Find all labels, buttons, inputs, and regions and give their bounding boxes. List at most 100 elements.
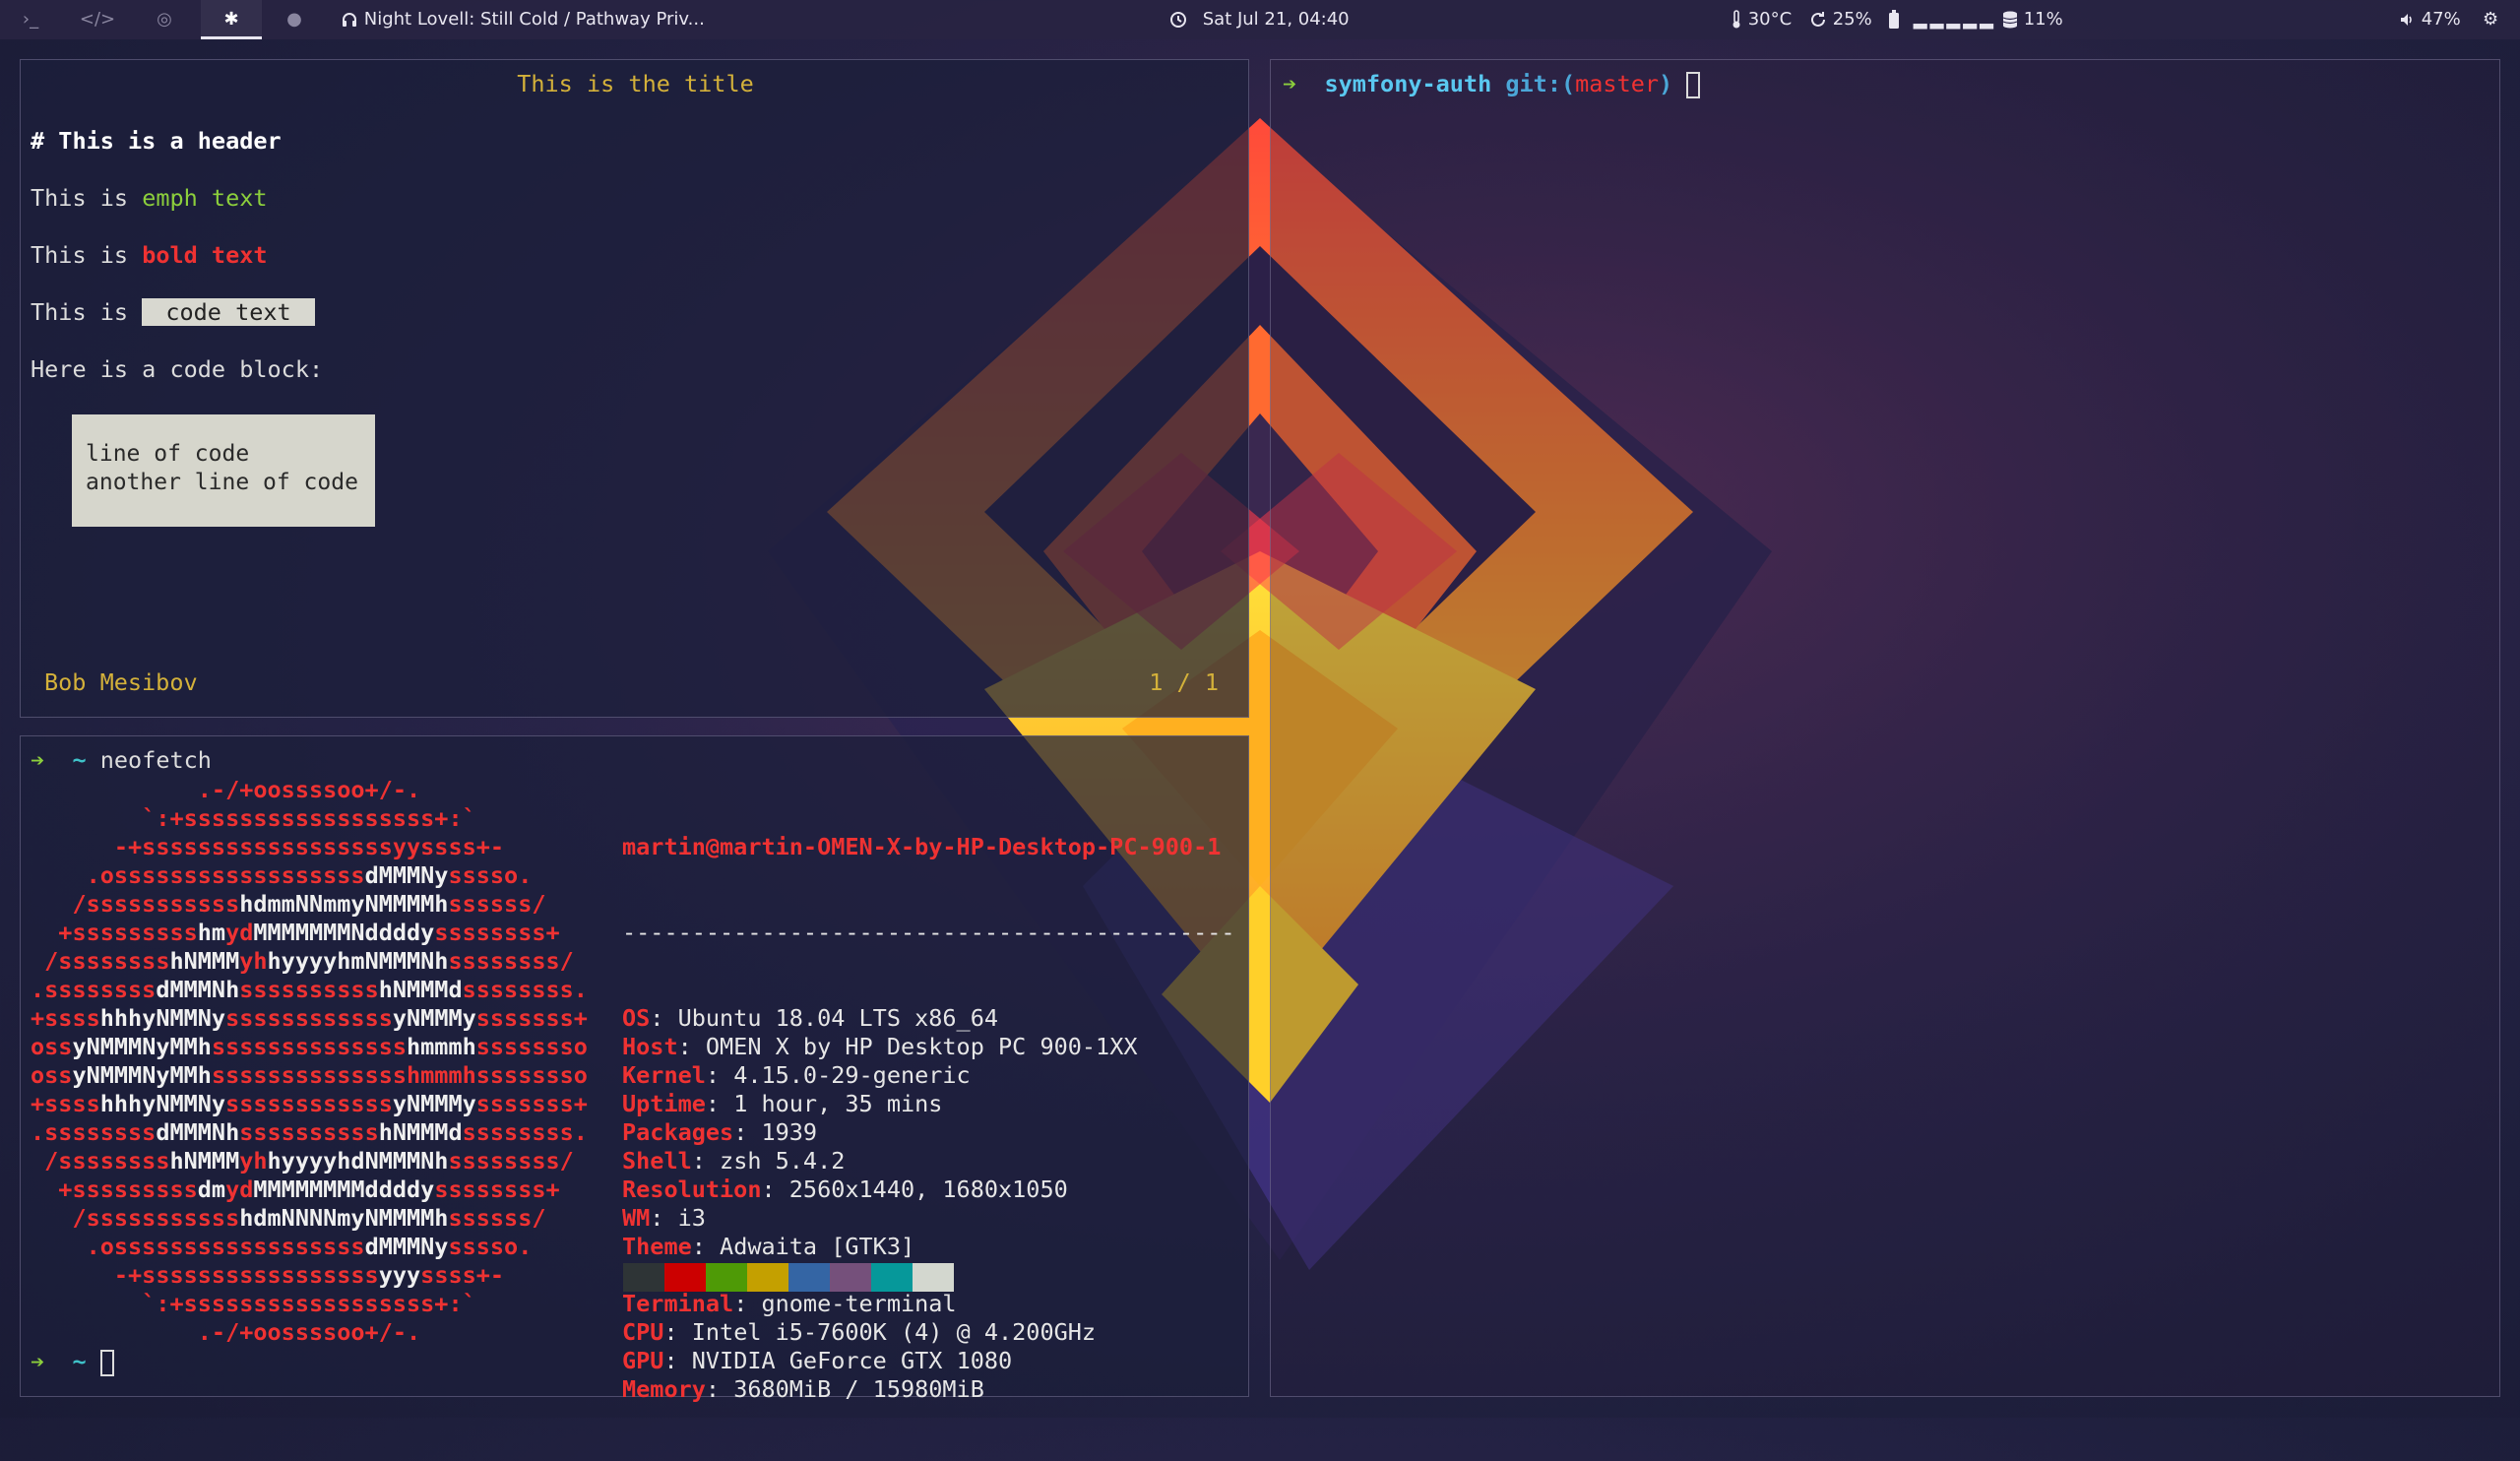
workspace-settings-icon[interactable]: ✱ [201, 0, 262, 39]
info-key: Shell [622, 1147, 692, 1175]
bold-prefix: This is [31, 241, 143, 269]
code-prefix: This is [31, 298, 143, 326]
current-directory: symfony-auth [1324, 70, 1492, 97]
command-text: neofetch [99, 746, 212, 774]
code-block: line of code another line of code [72, 414, 375, 527]
palette-swatch [788, 1263, 830, 1292]
palette-swatch [913, 1263, 954, 1292]
info-value: Intel i5-7600K (4) @ 4.200GHz [691, 1318, 1097, 1346]
code-line: This is code text [31, 298, 315, 327]
palette-swatch [871, 1263, 913, 1292]
volume-text: 47% [2421, 9, 2461, 30]
ascii-line: +sssshhhyNMMNyssssssssssssyNMMMysssssss+ [31, 1090, 588, 1117]
command-line: ➔ ~ neofetch [31, 746, 212, 775]
workspace-chrome-icon[interactable]: ◎ [134, 0, 195, 39]
terminal-cursor [99, 1350, 114, 1376]
color-palette [623, 1263, 954, 1292]
top-status-bar: ›_ </> ◎ ✱ ● Night Lovell: Still Cold / … [0, 0, 2520, 39]
ascii-line: .ossssssssssssssssssdMMMNysssso. [31, 1233, 533, 1260]
database-icon [2002, 11, 2018, 29]
inline-code: code text [142, 298, 315, 326]
prompt-arrow-icon: ➔ [31, 746, 45, 774]
ascii-line: /ssssssssssshdmNNNNmyNMMMMhssssss/ [31, 1204, 546, 1232]
info-key: Host [622, 1033, 678, 1060]
info-key: WM [622, 1204, 651, 1232]
gear-icon[interactable]: ⚙ [2483, 9, 2498, 30]
ascii-line: .ssssssssdMMMNhsssssssssshNMMMdssssssss. [31, 1118, 588, 1146]
info-row: Uptime: 1 hour, 35 mins [622, 1090, 943, 1117]
git-branch: master [1575, 70, 1660, 97]
shell-prompt[interactable]: ➔ symfony-auth git:(master) [1283, 70, 1701, 98]
disk-module: 11% [2002, 0, 2063, 39]
git-prefix: git:( [1505, 70, 1576, 97]
prompt-dir: ~ [72, 746, 87, 774]
code-block-line: another line of code [86, 470, 358, 495]
info-key: OS [622, 1004, 651, 1032]
info-key: GPU [622, 1347, 664, 1374]
info-row: Packages: 1939 [622, 1118, 818, 1146]
code-block-line: line of code [86, 441, 250, 467]
battery-bars: ▂▂▂▂▂ [1913, 9, 1996, 30]
clock-icon [1170, 12, 1186, 28]
document-title: This is the title [517, 70, 754, 97]
thermometer-icon [1732, 10, 1740, 29]
info-key: Memory [622, 1375, 706, 1403]
ascii-line: -+sssssssssssssssssyyyssss+- [31, 1261, 505, 1289]
ascii-line: .ossssssssssssssssssdMMMNysssso. [31, 861, 533, 889]
ascii-line: +sssssssssdmydMMMMMMMMddddyssssssss+ [31, 1175, 560, 1203]
info-key: Uptime [622, 1090, 706, 1117]
now-playing[interactable]: Night Lovell: Still Cold / Pathway Priv.… [341, 0, 705, 39]
disk-text: 11% [2023, 9, 2063, 30]
prompt-arrow-icon: ➔ [31, 1348, 45, 1375]
bold-line: This is bold text [31, 241, 268, 270]
info-value: Ubuntu 18.04 LTS x86_64 [677, 1004, 999, 1032]
temperature-module: 30°C [1731, 0, 1792, 39]
now-playing-text: Night Lovell: Still Cold / Pathway Priv.… [363, 9, 705, 30]
palette-swatch [830, 1263, 871, 1292]
cpu-module: 25% [1809, 0, 1872, 39]
info-row: WM: i3 [622, 1204, 706, 1232]
info-row: Shell: zsh 5.4.2 [622, 1147, 846, 1175]
neofetch-terminal[interactable]: ➔ ~ neofetch .-/+oossssoo+/-. `:+sssssss… [20, 735, 1249, 1403]
palette-swatch [664, 1263, 706, 1292]
info-value: 1939 [761, 1118, 818, 1146]
cpu-text: 25% [1832, 9, 1872, 30]
git-suffix: ) [1659, 70, 1673, 97]
info-value: zsh 5.4.2 [720, 1147, 846, 1175]
symfony-terminal[interactable]: ➔ symfony-auth git:(master) [1270, 59, 2500, 1397]
workspace-code-icon[interactable]: </> [67, 0, 128, 39]
palette-swatch [747, 1263, 788, 1292]
document-author: Bob Mesibov [44, 668, 198, 696]
workspace-terminal-icon[interactable]: ›_ [0, 0, 61, 39]
ascii-line: .ssssssssdMMMNhsssssssssshNMMMdssssssss. [31, 976, 588, 1003]
volume-module[interactable]: 47% [2400, 0, 2461, 39]
palette-swatch [623, 1263, 664, 1292]
markdown-preview-terminal[interactable]: This is the title # This is a header Thi… [20, 59, 1249, 718]
ascii-line: ossyNMMMNyMMhsssssssssssssshmmmhssssssso [31, 1033, 588, 1060]
prompt-arrow-icon: ➔ [1283, 70, 1297, 97]
info-key: Terminal [622, 1290, 734, 1317]
emph-text: emph text [142, 184, 268, 212]
info-row: Memory: 3680MiB / 15980MiB [622, 1375, 984, 1403]
workspace-spotify-icon[interactable]: ● [264, 0, 325, 39]
temperature-text: 30°C [1747, 9, 1793, 30]
terminal-cursor [1686, 72, 1701, 98]
info-rows: OS: Ubuntu 18.04 LTS x86_64 Host: OMEN X … [622, 1004, 1235, 1404]
palette-swatch [706, 1263, 747, 1292]
info-row: Resolution: 2560x1440, 1680x1050 [622, 1175, 1068, 1203]
ubuntu-logo-ascii: .-/+oossssoo+/-. `:+ssssssssssssssssss+:… [31, 776, 588, 1347]
emph-line: This is emph text [31, 184, 268, 213]
battery-icon [1889, 10, 1899, 29]
clock[interactable]: Sat Jul 21, 04:40 [1169, 0, 1350, 39]
shell-prompt[interactable]: ➔ ~ [31, 1348, 114, 1376]
info-key: Theme [622, 1233, 692, 1260]
info-row: CPU: Intel i5-7600K (4) @ 4.200GHz [622, 1318, 1097, 1346]
ascii-line: /sssssssshNMMMyhhyyyyhmNMMMNhssssssss/ [31, 947, 574, 975]
info-key: CPU [622, 1318, 664, 1346]
user-host: martin@martin-OMEN-X-by-HP-Desktop-PC-90… [622, 833, 1222, 860]
headphones-icon [343, 13, 356, 27]
info-value: NVIDIA GeForce GTX 1080 [691, 1347, 1013, 1374]
ascii-line: +ssssssssshmydMMMMMMMNddddyssssssss+ [31, 919, 560, 946]
settings-tray[interactable]: ⚙ [2483, 0, 2498, 39]
bold-text: bold text [142, 241, 268, 269]
